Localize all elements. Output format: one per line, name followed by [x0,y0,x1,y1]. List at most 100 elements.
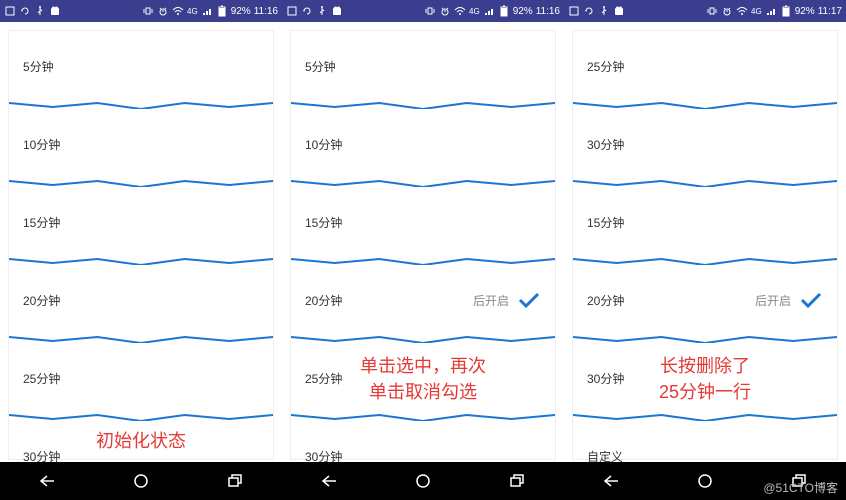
list-item[interactable]: 30分钟 [573,109,837,179]
divider-zigzag [291,413,555,421]
watermark: @51CTO博客 [763,479,838,496]
divider-zigzag [291,335,555,343]
check-icon [799,291,823,309]
list-item[interactable]: 10分钟 [9,109,273,179]
list-item[interactable]: 20分钟 [9,265,273,335]
content-area: 5分钟 10分钟 15分钟 20分钟 后开启 25分钟 30分钟 单击选中，再次… [282,22,564,462]
battery-icon [498,5,510,17]
phone-screen: 4G 92% 11:17 25分钟 30分钟 15分钟 20分钟 后开启 30分… [564,0,846,500]
item-label: 15分钟 [305,214,342,231]
item-label: 30分钟 [587,136,624,153]
divider-zigzag [291,101,555,109]
item-label: 30分钟 [587,370,624,387]
item-label: 10分钟 [305,136,342,153]
divider-zigzag [9,179,273,187]
network-label: 4G [469,7,480,16]
home-button[interactable] [408,471,438,491]
divider-zigzag [573,413,837,421]
item-label: 25分钟 [305,370,342,387]
home-button[interactable] [690,471,720,491]
recent-button[interactable] [502,471,532,491]
alarm-icon [439,5,451,17]
battery-percent: 92% [231,6,251,17]
divider-zigzag [9,335,273,343]
list-item[interactable]: 25分钟 [573,31,837,101]
status-bar: 4G 92% 11:16 [282,0,564,22]
network-label: 4G [751,7,762,16]
notif-icon [286,5,298,17]
battery-percent: 92% [795,6,815,17]
wifi-icon [454,5,466,17]
item-label: 5分钟 [23,58,54,75]
item-label: 自定义 [587,448,623,463]
nav-bar [0,462,282,500]
list-card: 5分钟 10分钟 15分钟 20分钟 25分钟 30分钟 [8,30,274,460]
list-item[interactable]: 25分钟 [9,343,273,413]
list-item[interactable]: 15分钟 [291,187,555,257]
content-area: 5分钟 10分钟 15分钟 20分钟 25分钟 30分钟 初始化状态 [0,22,282,462]
battery-icon [216,5,228,17]
phone-screen: 4G 92% 11:16 5分钟 10分钟 15分钟 20分钟 后开启 25分钟 [282,0,564,500]
back-button[interactable] [314,471,344,491]
list-item[interactable]: 15分钟 [573,187,837,257]
battery-icon [780,5,792,17]
signal-icon [765,5,777,17]
nav-bar [282,462,564,500]
vibrate-icon [706,5,718,17]
divider-zigzag [9,257,273,265]
wifi-icon [172,5,184,17]
list-item[interactable]: 30分钟 [291,421,555,462]
recent-button[interactable] [220,471,250,491]
sync-icon [301,5,313,17]
clock-time: 11:16 [254,6,278,17]
list-item[interactable]: 自定义 [573,421,837,462]
vibrate-icon [142,5,154,17]
clock-time: 11:17 [818,6,842,17]
usb-icon [598,5,610,17]
app-icon [331,5,343,17]
check-icon [517,291,541,309]
item-label: 25分钟 [23,370,60,387]
list-item[interactable]: 5分钟 [291,31,555,101]
item-label: 25分钟 [587,58,624,75]
list-item[interactable]: 10分钟 [291,109,555,179]
alarm-icon [721,5,733,17]
divider-zigzag [291,257,555,265]
annotation-caption: 单击选中，再次单击取消勾选 [360,352,486,404]
app-icon [49,5,61,17]
home-button[interactable] [126,471,156,491]
item-label: 10分钟 [23,136,60,153]
status-bar: 4G 92% 11:16 [0,0,282,22]
item-right-text: 后开启 [755,292,791,309]
item-label: 30分钟 [23,448,60,463]
back-button[interactable] [32,471,62,491]
item-label: 30分钟 [305,448,342,463]
usb-icon [34,5,46,17]
notif-icon [4,5,16,17]
back-button[interactable] [596,471,626,491]
phone-screen: 4G 92% 11:16 5分钟 10分钟 15分钟 20分钟 25分钟 [0,0,282,500]
status-bar: 4G 92% 11:17 [564,0,846,22]
alarm-icon [157,5,169,17]
notif-icon [568,5,580,17]
list-item[interactable]: 20分钟 后开启 [573,265,837,335]
item-label: 5分钟 [305,58,336,75]
item-label: 15分钟 [587,214,624,231]
divider-zigzag [573,101,837,109]
signal-icon [201,5,213,17]
item-label: 20分钟 [23,292,60,309]
item-label: 20分钟 [305,292,342,309]
battery-percent: 92% [513,6,533,17]
wifi-icon [736,5,748,17]
list-item[interactable]: 20分钟 后开启 [291,265,555,335]
list-item[interactable]: 5分钟 [9,31,273,101]
list-item[interactable]: 15分钟 [9,187,273,257]
divider-zigzag [291,179,555,187]
app-icon [613,5,625,17]
signal-icon [483,5,495,17]
divider-zigzag [573,335,837,343]
sync-icon [19,5,31,17]
clock-time: 11:16 [536,6,560,17]
usb-icon [316,5,328,17]
annotation-caption: 初始化状态 [96,427,186,453]
